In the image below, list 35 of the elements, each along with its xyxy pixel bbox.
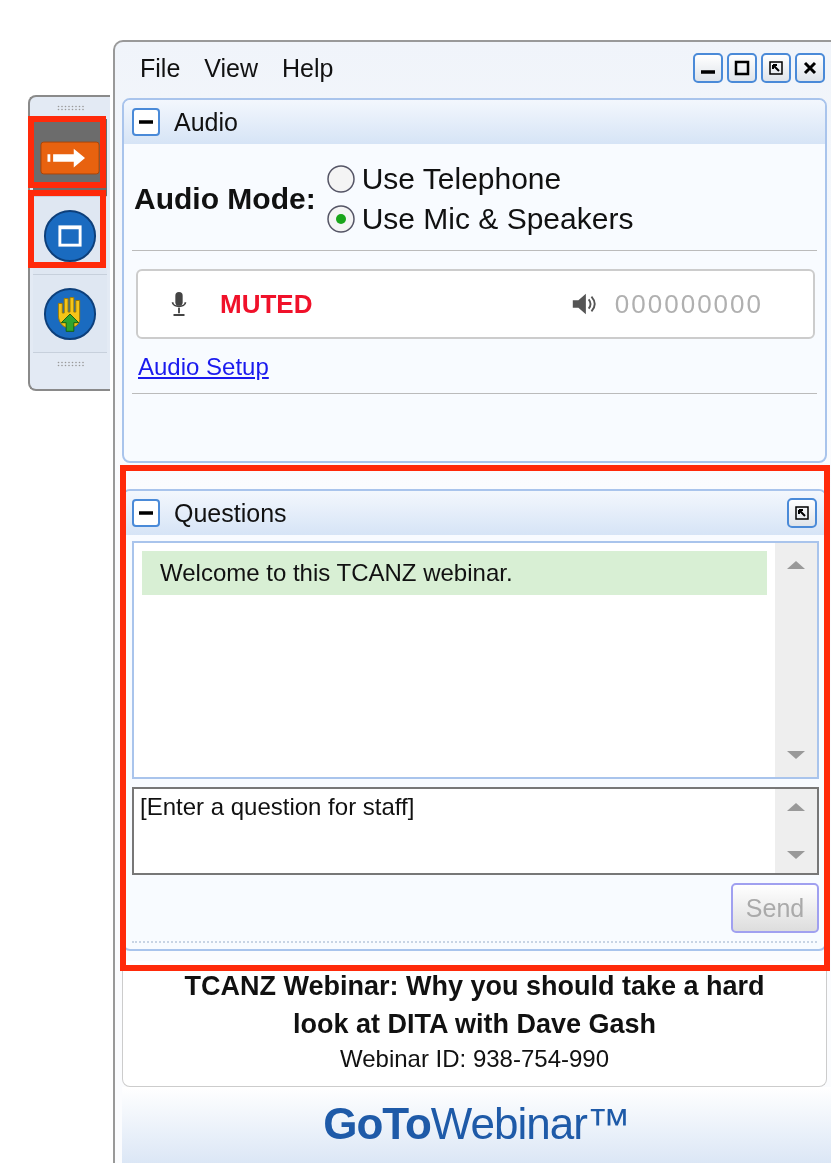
menu-item[interactable]: File xyxy=(140,51,181,85)
raised-hand-icon xyxy=(43,286,97,341)
screen-icon xyxy=(43,208,97,263)
grip-icon xyxy=(55,361,85,367)
logo: GoToWebinar™ xyxy=(323,1099,630,1149)
minus-icon xyxy=(139,511,153,515)
radio-option[interactable]: Use Mic & Speakers xyxy=(325,202,634,236)
grip-icon xyxy=(55,105,85,111)
webinar-id: Webinar ID: 938-754-990 xyxy=(339,1045,610,1073)
panel-title: Audio xyxy=(174,107,238,137)
popout-button[interactable] xyxy=(787,498,817,528)
scrollbar[interactable] xyxy=(775,789,817,873)
radio-option[interactable]: Use Telephone xyxy=(325,162,634,196)
menu-item[interactable]: View xyxy=(204,51,259,85)
panel-title: Questions xyxy=(174,498,287,528)
scrollbar[interactable] xyxy=(775,543,817,777)
raise-hand-button[interactable] xyxy=(33,275,107,353)
collapse-button[interactable] xyxy=(132,499,160,527)
popout-icon xyxy=(766,58,786,78)
minimize-icon xyxy=(701,70,715,74)
mic-status: MUTED xyxy=(220,288,313,320)
menu-item[interactable]: Help xyxy=(282,51,334,85)
speaker-reading: 000000000 xyxy=(614,288,763,320)
close-button[interactable] xyxy=(795,53,825,83)
minimize-button[interactable] xyxy=(693,53,723,83)
collapse-button[interactable] xyxy=(132,108,160,136)
popout-icon xyxy=(792,503,812,523)
maximize-button[interactable] xyxy=(727,53,757,83)
audio-mode-label: Audio Mode: xyxy=(134,182,316,216)
webinar-title: TCANZ Webinar: Why you should take a hard look at DITA with Dave Gash xyxy=(183,970,766,1041)
audio-setup-link[interactable]: Audio Setup xyxy=(138,353,269,381)
maximize-icon xyxy=(732,58,752,78)
popout-button[interactable] xyxy=(761,53,791,83)
minus-icon xyxy=(139,120,153,124)
welcome-message: Welcome to this TCANZ webinar. xyxy=(142,551,767,595)
